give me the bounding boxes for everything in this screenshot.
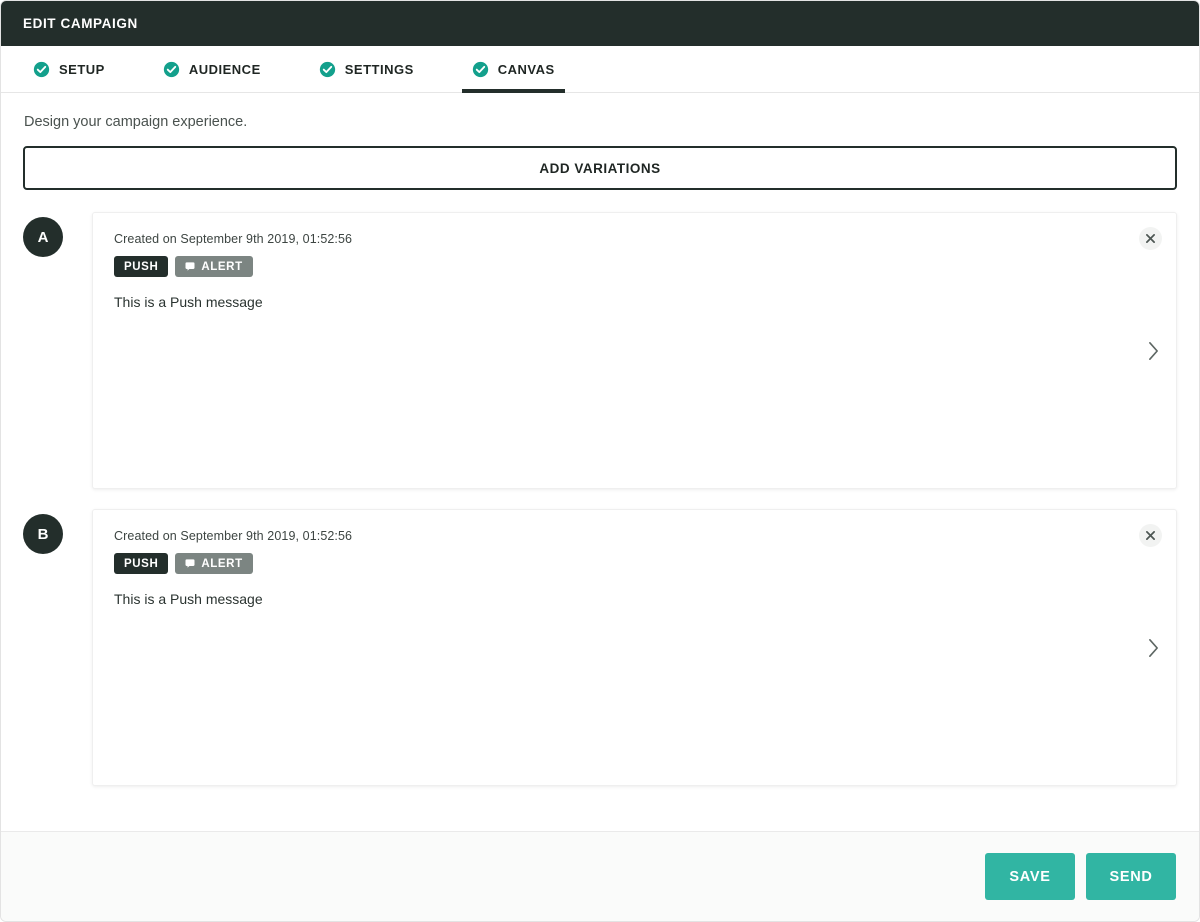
- check-circle-icon: [33, 61, 50, 78]
- send-button[interactable]: SEND: [1086, 853, 1176, 900]
- expand-variation-button[interactable]: [1142, 340, 1164, 362]
- footer-actions: SAVE SEND: [1, 831, 1199, 921]
- variation-message-text: This is a Push message: [114, 591, 263, 607]
- variation-message-text: This is a Push message: [114, 294, 263, 310]
- edit-campaign-page: EDIT CAMPAIGN SETUP AUDIENCE SETTINGS CA…: [0, 0, 1200, 922]
- type-chip-label: ALERT: [201, 260, 243, 273]
- type-chip-alert[interactable]: ALERT: [175, 256, 253, 277]
- tab-label: AUDIENCE: [188, 61, 261, 77]
- close-icon: [1146, 531, 1155, 540]
- close-icon-button[interactable]: [1139, 524, 1162, 547]
- save-button[interactable]: SAVE: [985, 853, 1075, 900]
- channel-chip-label: PUSH: [124, 557, 159, 570]
- tab-setup[interactable]: SETUP: [23, 46, 115, 92]
- variation-created-timestamp: Created on September 9th 2019, 01:52:56: [114, 232, 353, 246]
- variation-badge-b[interactable]: B: [23, 514, 63, 554]
- speech-bubble-icon: [185, 559, 195, 568]
- app-header: EDIT CAMPAIGN: [1, 1, 1199, 46]
- tab-label: CANVAS: [497, 61, 555, 77]
- tab-audience[interactable]: AUDIENCE: [153, 46, 271, 92]
- page-title: EDIT CAMPAIGN: [23, 16, 138, 31]
- check-circle-icon: [163, 61, 180, 78]
- tab-settings[interactable]: SETTINGS: [309, 46, 424, 92]
- variation-chip-row: PUSH ALERT: [114, 553, 1155, 574]
- variation-created-timestamp: Created on September 9th 2019, 01:52:56: [114, 529, 353, 543]
- page-subtitle: Design your campaign experience.: [24, 114, 248, 130]
- channel-chip-label: PUSH: [124, 260, 159, 273]
- tab-label: SETUP: [59, 61, 105, 77]
- type-chip-alert[interactable]: ALERT: [175, 553, 253, 574]
- close-icon-button[interactable]: [1139, 227, 1162, 250]
- variation-row: B Created on September 9th 2019, 01:52:5…: [23, 509, 1177, 786]
- channel-chip-push[interactable]: PUSH: [114, 256, 169, 277]
- variation-row: A Created on September 9th 2019, 01:52:5…: [23, 212, 1177, 489]
- expand-variation-button[interactable]: [1142, 637, 1164, 659]
- variations-list: A Created on September 9th 2019, 01:52:5…: [23, 190, 1177, 786]
- variation-chip-row: PUSH ALERT: [114, 256, 1155, 277]
- add-variations-button[interactable]: ADD VARIATIONS: [23, 146, 1177, 190]
- chevron-right-icon: [1148, 638, 1158, 657]
- tab-strip: SETUP AUDIENCE SETTINGS CANVAS: [1, 46, 1199, 93]
- close-icon: [1146, 234, 1155, 243]
- channel-chip-push[interactable]: PUSH: [114, 553, 169, 574]
- chevron-right-icon: [1148, 341, 1158, 360]
- variation-card[interactable]: Created on September 9th 2019, 01:52:56 …: [92, 212, 1177, 489]
- tab-canvas[interactable]: CANVAS: [461, 46, 565, 93]
- speech-bubble-icon: [185, 262, 195, 271]
- check-circle-icon: [319, 61, 336, 78]
- variation-badge-a[interactable]: A: [23, 217, 63, 257]
- main-content: Design your campaign experience. ADD VAR…: [1, 93, 1199, 786]
- variation-card[interactable]: Created on September 9th 2019, 01:52:56 …: [92, 509, 1177, 786]
- check-circle-icon: [472, 61, 489, 78]
- type-chip-label: ALERT: [201, 557, 243, 570]
- tab-label: SETTINGS: [344, 61, 414, 77]
